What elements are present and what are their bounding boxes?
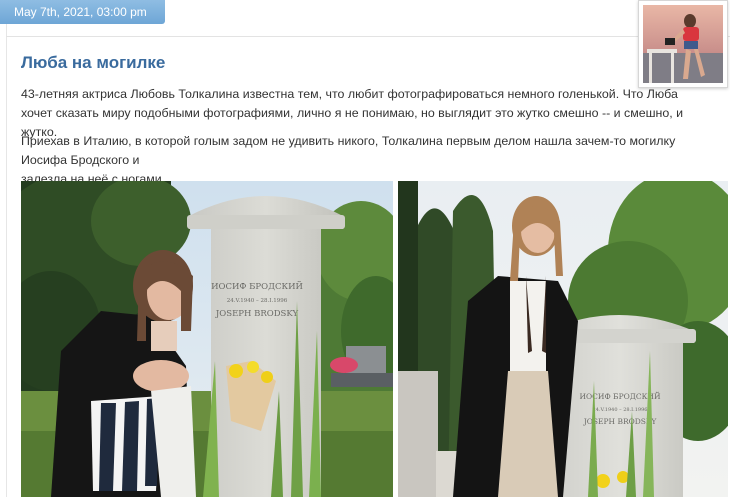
post-date: May 7th, 2021, 03:00 pm bbox=[14, 5, 147, 19]
photo-right[interactable]: ИОСИФ БРОДСКИЙ 24.V.1940 – 28.I.1996 JOS… bbox=[398, 181, 728, 497]
stone-line-2: 24.V.1940 – 28.I.1996 bbox=[593, 407, 648, 413]
avatar-image bbox=[643, 5, 723, 83]
stone-line-3: JOSEPH BRODSKY bbox=[215, 309, 299, 319]
paragraph-line: 43-летняя актриса Любовь Толкалина извес… bbox=[21, 87, 678, 101]
photo-right-image: ИОСИФ БРОДСКИЙ 24.V.1940 – 28.I.1996 JOS… bbox=[398, 181, 728, 497]
paragraph-line: Приехав в Италию, в которой голым задом … bbox=[21, 134, 676, 167]
post-title[interactable]: Люба на могилке bbox=[21, 53, 165, 73]
stone-line-1: ИОСИФ БРОДСКИЙ bbox=[211, 280, 303, 292]
header-divider bbox=[6, 36, 730, 37]
stone-line-2: 24.V.1940 – 28.I.1996 bbox=[227, 298, 288, 304]
left-divider bbox=[6, 24, 7, 497]
blog-post-page: May 7th, 2021, 03:00 pm Люба на могилке … bbox=[0, 0, 730, 497]
photo-left-image: ИОСИФ БРОДСКИЙ 24.V.1940 – 28.I.1996 JOS… bbox=[21, 181, 393, 497]
photo-left[interactable]: ИОСИФ БРОДСКИЙ 24.V.1940 – 28.I.1996 JOS… bbox=[21, 181, 393, 497]
author-avatar[interactable] bbox=[638, 0, 728, 88]
post-date-tab: May 7th, 2021, 03:00 pm bbox=[0, 0, 165, 24]
